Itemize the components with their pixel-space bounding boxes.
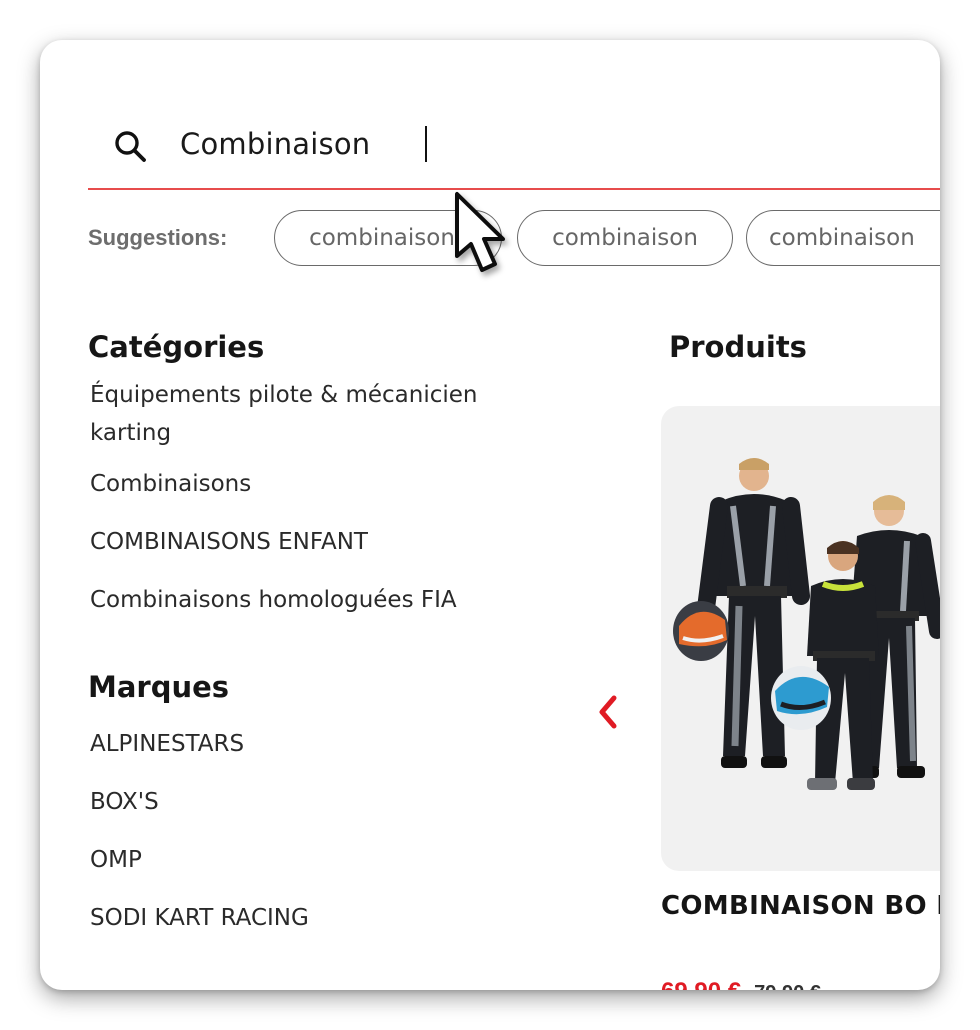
product-price-row: 69,90 € 79,90 €	[661, 978, 940, 990]
products-heading: Produits	[669, 330, 807, 364]
suggestion-chip[interactable]: combinaison	[746, 210, 940, 266]
helmet-2	[771, 666, 831, 730]
product-image	[673, 458, 940, 790]
search-input[interactable]	[180, 122, 880, 166]
suggestion-chip[interactable]: combinaisons	[274, 210, 502, 266]
helmet-1	[673, 601, 729, 661]
brand-link[interactable]: BOX'S	[90, 783, 560, 821]
category-link[interactable]: Combinaisons	[90, 465, 560, 503]
product-old-price: 79,90 €	[754, 982, 821, 990]
search-icon[interactable]	[112, 128, 148, 164]
categories-heading: Catégories	[88, 330, 265, 364]
product-card[interactable]	[661, 406, 940, 871]
brand-link[interactable]: ALPINESTARS	[90, 725, 560, 763]
search-bar	[88, 110, 940, 190]
suggestion-chip[interactable]: combinaison	[517, 210, 733, 266]
text-caret	[425, 126, 427, 162]
search-panel: Suggestions: combinaisons combinaison co…	[40, 40, 940, 990]
carousel-prev-arrow-icon[interactable]	[592, 690, 624, 734]
product-title[interactable]: COMBINAISON BO RT	[661, 890, 940, 923]
category-link[interactable]: Équipements pilote & mécanicien karting	[90, 376, 560, 452]
suggestions-label: Suggestions:	[88, 225, 228, 250]
brand-link[interactable]: SODI KART RACING	[90, 899, 560, 937]
category-link[interactable]: Combinaisons homologuées FIA	[90, 581, 560, 619]
brands-heading: Marques	[88, 670, 230, 704]
product-price: 69,90 €	[661, 978, 741, 990]
brand-link[interactable]: OMP	[90, 841, 560, 879]
category-link[interactable]: COMBINAISONS ENFANT	[90, 523, 560, 561]
